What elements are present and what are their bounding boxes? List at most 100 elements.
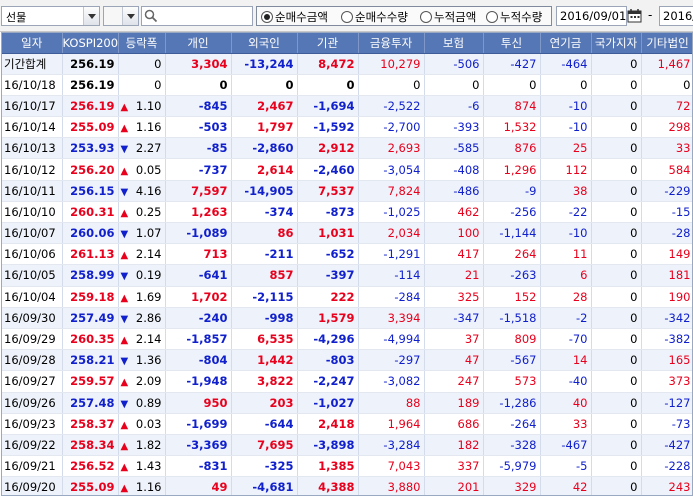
chevron-down-icon[interactable] — [122, 7, 138, 25]
value-cell: -803 — [297, 349, 359, 372]
value-cell: 0 — [591, 222, 642, 245]
value-cell: -486 — [424, 180, 484, 202]
table-row[interactable]: 16/09/30 257.49 ▼ 2.86 -240 -998 1,579 3,394 -34… — [2, 307, 692, 329]
radio-dot-icon[interactable] — [341, 10, 353, 23]
value-cell: 1,442 — [231, 349, 298, 372]
search-icon[interactable] — [144, 9, 158, 23]
change-cell: ▲ 1.43 — [118, 455, 166, 478]
value-cell: -240 — [165, 307, 232, 329]
chevron-down-icon[interactable] — [83, 7, 99, 25]
value-cell: -467 — [540, 434, 592, 457]
radio-dot-icon[interactable] — [261, 10, 273, 23]
change-cell: 0 — [118, 74, 166, 96]
value-cell: 0 — [591, 95, 642, 118]
value-cell: -10 — [540, 95, 592, 118]
kospi200-cell: 256.20 — [62, 158, 119, 181]
radio-dot-icon[interactable] — [486, 10, 498, 23]
value-cell: -382 — [641, 328, 692, 351]
table-row[interactable]: 16/10/05 258.99 ▼ 0.19 -641 857 -397 -114 21 -263… — [2, 264, 692, 287]
table-row[interactable]: 16/10/10 260.31 ▲ 0.25 1,263 -374 -873 -1,025 46… — [2, 201, 692, 224]
column-header[interactable]: 투신 — [483, 33, 541, 54]
market-select[interactable]: 선물 — [1, 6, 100, 26]
value-cell: 152 — [483, 286, 541, 308]
table-row[interactable]: 16/10/14 255.09 ▲ 1.16 -503 1,797 -1,592 -2,700… — [2, 116, 692, 139]
column-header[interactable]: 국가지자 — [591, 33, 642, 54]
radio-net-amount[interactable]: 순매수금액 — [261, 8, 328, 25]
calendar-icon[interactable] — [627, 6, 643, 26]
kospi200-cell: 256.19 — [62, 53, 119, 75]
change-value: 2.14 — [135, 332, 162, 347]
radio-cumulative-amount[interactable]: 누적금액 — [420, 8, 476, 25]
date-cell: 16/09/30 — [2, 307, 63, 329]
kospi200-cell: 259.18 — [62, 286, 119, 308]
table-row[interactable]: 16/09/20 255.09 ▲ 1.16 49 -4,681 4,388 3,880 201… — [2, 476, 692, 495]
table-row[interactable]: 16/09/28 258.21 ▼ 1.36 -804 1,442 -803 -297 47 -5… — [2, 349, 692, 372]
radio-cumulative-quantity[interactable]: 누적수량 — [486, 8, 542, 25]
value-cell: 0 — [231, 74, 298, 96]
value-cell: 203 — [231, 392, 298, 414]
value-cell: 47 — [424, 349, 484, 372]
value-cell: 0 — [591, 370, 642, 393]
change-cell: ▼ 0.19 — [118, 264, 166, 287]
down-triangle-icon: ▼ — [120, 313, 129, 325]
column-header[interactable]: 등락폭 — [118, 33, 166, 54]
value-cell: -506 — [424, 53, 484, 75]
search-input[interactable] — [141, 6, 253, 26]
value-cell: 37 — [424, 328, 484, 351]
radio-dot-icon[interactable] — [420, 10, 432, 23]
column-header[interactable]: 일자 — [2, 33, 63, 54]
table-row[interactable]: 16/09/23 258.37 ▲ 0.03 -1,699 -644 2,418 1,964 6… — [2, 413, 692, 435]
table-row[interactable]: 기간합계 256.19 0 3,304 -13,244 8,472 10,279 -506 -4… — [2, 53, 692, 75]
table-row[interactable]: 16/09/29 260.35 ▲ 2.14 -1,857 6,535 -4,296 -4,9… — [2, 328, 692, 351]
table-row[interactable]: 16/09/27 259.57 ▲ 2.09 -1,948 3,822 -2,247 -3,0… — [2, 370, 692, 393]
date-cell: 16/09/27 — [2, 370, 63, 393]
column-header[interactable]: KOSPI200 — [62, 33, 119, 54]
column-header[interactable]: 연기금 — [540, 33, 592, 54]
value-cell: 1,263 — [165, 201, 232, 224]
value-cell: 86 — [231, 222, 298, 245]
change-cell: ▲ 1.82 — [118, 434, 166, 457]
investor-trading-grid[interactable]: 일자 KOSPI200 등락폭 개인 외국인 기관 금융투자 보험 투신 연기금 국가지자 기타법인 … — [1, 32, 693, 496]
value-cell: 0 — [591, 349, 642, 372]
column-header[interactable]: 기타법인 — [641, 33, 692, 54]
table-row[interactable]: 16/09/22 258.34 ▲ 1.82 -3,369 7,695 -3,898 -3,2… — [2, 434, 692, 457]
column-header[interactable]: 외국인 — [231, 33, 298, 54]
down-triangle-icon: ▼ — [120, 356, 129, 368]
date-cell: 16/09/23 — [2, 413, 63, 435]
table-row[interactable]: 16/10/04 259.18 ▲ 1.69 1,702 -2,115 222 -284 325… — [2, 286, 692, 308]
table-row[interactable]: 16/10/07 260.06 ▼ 1.07 -1,089 86 1,031 2,034 100… — [2, 222, 692, 245]
change-cell: 0 — [118, 53, 166, 75]
table-row[interactable]: 16/09/21 256.52 ▲ 1.43 -831 -325 1,385 7,043 337… — [2, 455, 692, 478]
table-row[interactable]: 16/10/12 256.20 ▲ 0.05 -737 2,614 -2,460 -3,054… — [2, 158, 692, 181]
value-cell: -2,700 — [358, 116, 425, 139]
value-cell: 0 — [540, 74, 592, 96]
radio-net-amount-label: 순매수금액 — [275, 9, 328, 24]
table-header-row: 일자 KOSPI200 등락폭 개인 외국인 기관 금융투자 보험 투신 연기금 국가지자 기타법인 — [2, 33, 692, 54]
value-cell: -1,699 — [165, 413, 232, 435]
value-cell: -228 — [641, 455, 692, 478]
value-cell: -3,369 — [165, 434, 232, 457]
change-value: 0 — [154, 77, 162, 92]
table-row[interactable]: 16/09/26 257.48 ▼ 0.89 950 203 -1,027 88 189 -1,2… — [2, 392, 692, 414]
column-header[interactable]: 금융투자 — [358, 33, 425, 54]
column-header[interactable]: 개인 — [165, 33, 232, 54]
column-header[interactable]: 보험 — [424, 33, 484, 54]
change-value: 1.82 — [135, 437, 162, 452]
value-cell: -263 — [483, 264, 541, 287]
table-row[interactable]: 16/10/13 253.93 ▼ 2.27 -85 -2,860 2,912 2,693 -5… — [2, 137, 692, 160]
table-row[interactable]: 16/10/06 261.13 ▲ 2.14 713 -211 -652 -1,291 417 2… — [2, 243, 692, 266]
table-row[interactable]: 16/10/11 256.15 ▼ 4.16 7,597 -14,905 7,537 7,82… — [2, 180, 692, 202]
secondary-select[interactable] — [103, 6, 139, 26]
table-row[interactable]: 16/10/17 256.19 ▲ 1.10 -845 2,467 -1,694 -2,522… — [2, 95, 692, 118]
kospi200-cell: 256.15 — [62, 180, 119, 202]
radio-net-quantity[interactable]: 순매수수량 — [341, 8, 408, 25]
change-value: 2.86 — [135, 310, 162, 325]
value-cell: -873 — [297, 201, 359, 224]
start-date-input[interactable]: 2016/09/01 — [556, 6, 627, 26]
column-header[interactable]: 기관 — [297, 33, 359, 54]
table-row[interactable]: 16/10/18 256.19 0 0 0 0 0 0 0 0 0 0 — [2, 74, 692, 96]
date-cell: 16/09/22 — [2, 434, 63, 457]
kospi200-cell: 258.34 — [62, 434, 119, 457]
end-date-input[interactable]: 2016/ — [659, 6, 693, 26]
value-cell: -2,460 — [297, 158, 359, 181]
